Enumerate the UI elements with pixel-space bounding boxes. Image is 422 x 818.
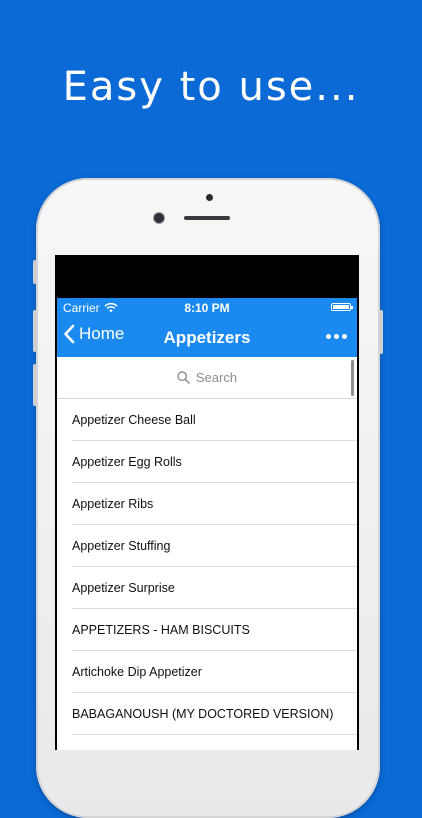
list-item[interactable]: Artichoke Dip Appetizer — [72, 651, 357, 693]
more-dot — [326, 334, 331, 339]
volume-down-button — [33, 364, 37, 406]
phone-screen: Carrier 8:10 PM Home Appetizers Search A… — [55, 255, 359, 750]
list-item[interactable]: Appetizer Ribs — [72, 483, 357, 525]
proximity-sensor — [206, 194, 213, 201]
earpiece-speaker — [184, 216, 230, 220]
recipe-list: Appetizer Cheese Ball Appetizer Egg Roll… — [57, 399, 357, 750]
page-title: Appetizers — [163, 328, 251, 347]
battery-icon — [331, 303, 353, 311]
navigation-bar: Home Appetizers — [57, 318, 357, 357]
list-item[interactable]: Baby Bruschetta Appetizers — [72, 735, 357, 751]
power-button — [379, 310, 383, 354]
app-view: Carrier 8:10 PM Home Appetizers Search A… — [57, 298, 357, 750]
search-bar[interactable]: Search — [57, 357, 357, 399]
list-item[interactable]: APPETIZERS - HAM BISCUITS — [72, 609, 357, 651]
list-item[interactable]: Appetizer Stuffing — [72, 525, 357, 567]
front-camera — [154, 213, 164, 223]
list-item[interactable]: Appetizer Cheese Ball — [72, 399, 357, 441]
status-time: 8:10 PM — [184, 301, 230, 315]
search-placeholder: Search — [195, 370, 238, 385]
search-input[interactable]: Search — [177, 370, 237, 385]
mute-switch — [33, 260, 37, 284]
more-dot — [342, 334, 347, 339]
more-dot — [334, 334, 339, 339]
list-item[interactable]: Appetizer Egg Rolls — [72, 441, 357, 483]
more-dots-icon[interactable] — [326, 334, 347, 339]
search-icon — [177, 371, 190, 384]
volume-up-button — [33, 310, 37, 352]
status-bar: Carrier 8:10 PM — [57, 298, 357, 318]
list-item[interactable]: BABAGANOUSH (MY DOCTORED VERSION) — [72, 693, 357, 735]
scrollbar[interactable] — [351, 360, 354, 396]
list-item[interactable]: Appetizer Surprise — [72, 567, 357, 609]
battery-level — [333, 305, 349, 309]
promo-headline: Easy to use... — [62, 64, 360, 110]
